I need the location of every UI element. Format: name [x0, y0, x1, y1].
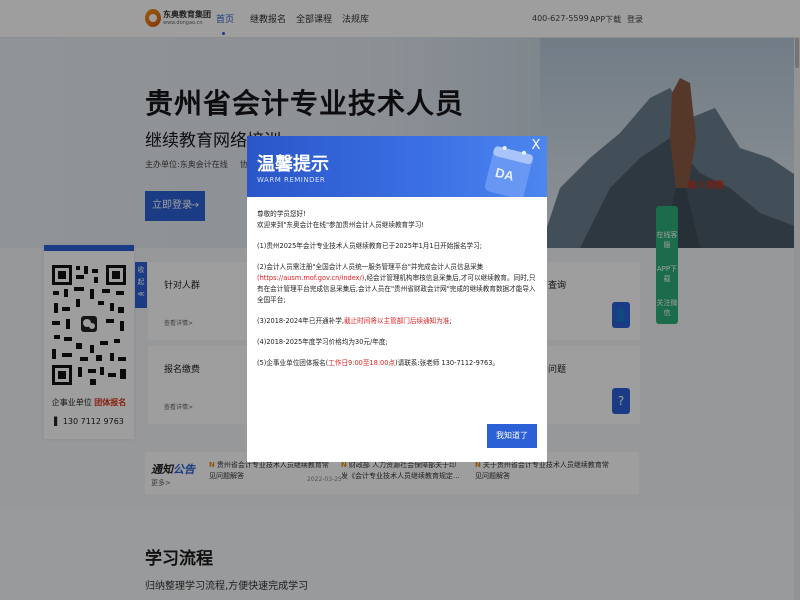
dialog-item-3: (3)2018-2024年已开通补学,截止时间将以主管部门后续通知为准; [257, 317, 452, 325]
dialog-body: 尊敬的学员您好! 欢迎来到"东奥会计在线"参加贵州会计人员继续教育学习! (1)… [257, 209, 539, 369]
dialog-item-4: (4)2018-2025年度学习价格均为30元/年度; [257, 338, 388, 346]
dialog-item-1: (1)贵州2025年会计专业技术人员继续教育已于2025年1月1日开始报名学习; [257, 242, 482, 250]
dialog-greeting: 尊敬的学员您好! [257, 210, 306, 218]
page: 东奥教育集团 www.dongao.cn 首页 继教报名 全部课程 法规库 40… [0, 0, 800, 600]
dialog-title: 温馨提示 [257, 154, 329, 175]
dialog-header: DA 温馨提示 WARM REMINDER X [247, 136, 547, 197]
dialog-subtitle: WARM REMINDER [257, 176, 326, 184]
ausm-link[interactable]: (https://ausm.mof.gov.cn/index/) [257, 274, 364, 282]
dialog-welcome: 欢迎来到"东奥会计在线"参加贵州会计人员继续教育学习! [257, 221, 424, 229]
dialog-item-5: (5)企事业单位团体报名(工作日9:00至18:00点)请联系:张老师 130-… [257, 359, 499, 367]
close-icon[interactable]: X [529, 138, 543, 154]
got-it-button[interactable]: 我知道了 [487, 424, 537, 448]
warm-reminder-dialog: DA 温馨提示 WARM REMINDER X 尊敬的学员您好! 欢迎来到"东奥… [247, 136, 547, 462]
dialog-item-2: (2)会计人员需注册"全国会计人员统一服务管理平台"并完成会计人员信息采集(ht… [257, 263, 536, 304]
